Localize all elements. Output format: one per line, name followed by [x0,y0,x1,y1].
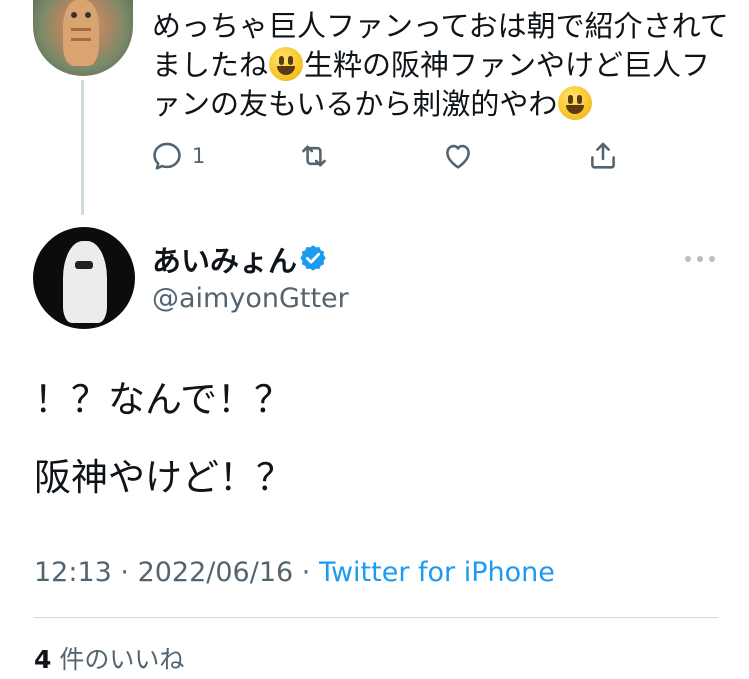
avatar-figure [63,241,107,323]
tweet-metadata: 12:13 · 2022/06/16 · Twitter for iPhone [34,557,555,588]
tweet-paragraph: ！？なんで！？ [34,378,292,421]
previous-tweet-text: めっちゃ巨人ファンっておは朝で紹介されて ましたね 生粋の阪神ファンやけど巨人フ … [152,0,732,124]
previous-tweet-line: ましたね 生粋の阪神ファンやけど巨人フ [152,46,732,85]
tweet-paragraph: 阪神やけど！？ [34,456,293,499]
cat-stripe [71,38,91,41]
more-options-icon[interactable] [684,255,716,263]
tweet-text: ！？なんで！？ 阪神やけど！？ [34,380,724,498]
tweet-time[interactable]: 12:13 [34,557,112,588]
reply-count: 1 [192,144,206,168]
divider [34,617,718,618]
retweet-button[interactable] [297,138,331,174]
author-handle[interactable]: @aimyonGtter [152,283,349,314]
grinning-face-emoji-icon [269,47,304,81]
cat-photo [63,0,99,66]
previous-tweet-line: ァンの友もいるから刺激的やわ [152,85,732,124]
share-button[interactable] [586,138,620,174]
reply-button[interactable]: 1 [150,138,205,174]
previous-tweet-line: めっちゃ巨人ファンっておは朝で紹介されて [152,9,729,43]
heart-icon [446,144,470,169]
previous-tweet-avatar[interactable] [33,0,133,76]
thread-connector-line [81,80,84,215]
meta-separator: · [293,557,319,588]
author-avatar[interactable] [33,227,135,329]
reply-icon [153,142,181,170]
cat-eye [71,12,77,18]
avatar-face [75,261,93,269]
likes-label: 件のいいね [59,645,185,674]
tweet-date[interactable]: 2022/06/16 [138,557,294,588]
like-button[interactable] [441,138,475,174]
tweet-source-link[interactable]: Twitter for iPhone [319,557,555,588]
author-display-name[interactable]: あいみょん [152,238,297,280]
meta-separator: · [111,557,138,588]
previous-tweet-actions: 1 [150,138,630,174]
verified-badge-icon [300,245,326,271]
previous-tweet-line-text: ましたね [152,48,269,82]
likes-summary[interactable]: 4 件のいいね [34,640,184,676]
grinning-face-emoji-icon [558,86,593,120]
cat-eye [85,12,91,18]
retweet-icon [302,145,326,167]
previous-tweet-line-text: ァンの友もいるから刺激的やわ [152,87,558,121]
share-icon [591,142,615,169]
cat-stripe [71,28,91,31]
previous-tweet-line-text: 生粋の阪神ファンやけど巨人フ [304,48,711,82]
likes-count: 4 [34,645,52,674]
